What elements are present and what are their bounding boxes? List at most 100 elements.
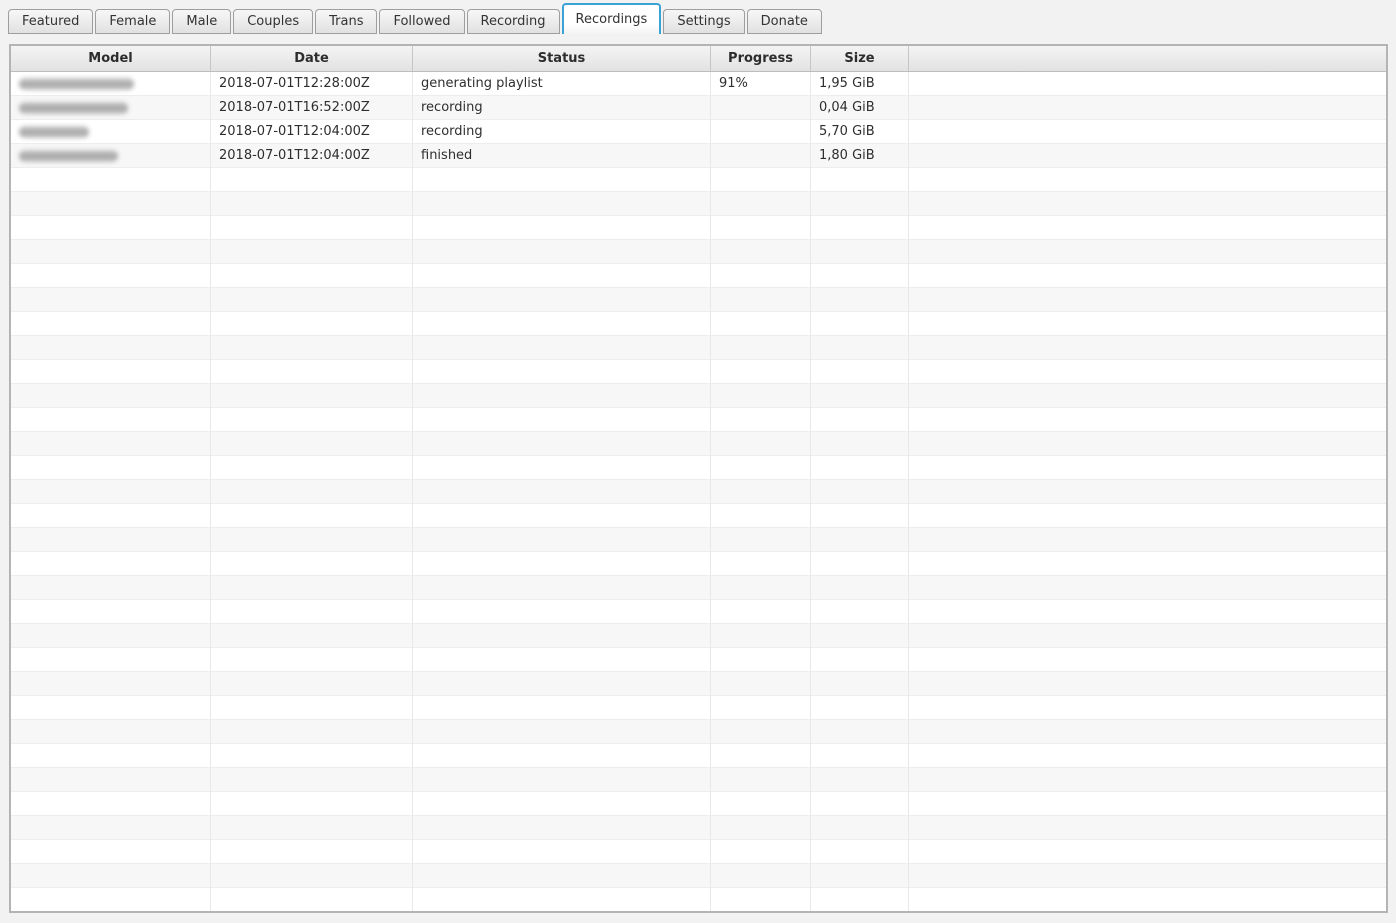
cell-extra: [909, 528, 1386, 552]
tab-male[interactable]: Male: [172, 9, 231, 34]
cell-date: [211, 216, 413, 240]
cell-extra: [909, 816, 1386, 840]
cell-model: [11, 456, 211, 480]
cell-date: [211, 552, 413, 576]
table-row-empty: [11, 360, 1386, 384]
table-row-empty: [11, 840, 1386, 864]
column-header-status[interactable]: Status: [413, 46, 711, 71]
table-row-empty: [11, 888, 1386, 911]
cell-model: [11, 432, 211, 456]
cell-model: [11, 528, 211, 552]
table-row-empty: [11, 768, 1386, 792]
cell-date: [211, 624, 413, 648]
tab-recording[interactable]: Recording: [467, 9, 560, 34]
cell-progress: [711, 360, 811, 384]
cell-date: [211, 360, 413, 384]
cell-size: [811, 336, 909, 360]
cell-date: [211, 816, 413, 840]
table-row-empty: [11, 672, 1386, 696]
cell-progress: [711, 96, 811, 120]
table-row-empty: [11, 432, 1386, 456]
cell-date: [211, 744, 413, 768]
cell-size: [811, 672, 909, 696]
column-header-model[interactable]: Model: [11, 46, 211, 71]
cell-status: [413, 552, 711, 576]
cell-model: [11, 168, 211, 192]
cell-size: [811, 288, 909, 312]
cell-size: [811, 720, 909, 744]
cell-progress: [711, 552, 811, 576]
tab-settings[interactable]: Settings: [663, 9, 744, 34]
cell-model: [11, 216, 211, 240]
table-row-empty: [11, 552, 1386, 576]
table-row-empty: [11, 192, 1386, 216]
cell-progress: [711, 288, 811, 312]
cell-size: [811, 264, 909, 288]
table-row-empty: [11, 264, 1386, 288]
table-row-empty: [11, 744, 1386, 768]
cell-status: [413, 888, 711, 911]
cell-extra: [909, 240, 1386, 264]
cell-size: [811, 432, 909, 456]
column-header-progress[interactable]: Progress: [711, 46, 811, 71]
tab-recordings[interactable]: Recordings: [562, 3, 662, 34]
cell-status: [413, 384, 711, 408]
cell-status: [413, 456, 711, 480]
cell-model: [11, 120, 211, 144]
cell-extra: [909, 144, 1386, 168]
cell-progress: [711, 168, 811, 192]
tab-donate[interactable]: Donate: [747, 9, 822, 34]
table-row[interactable]: 2018-07-01T12:04:00Zrecording5,70 GiB: [11, 120, 1386, 144]
cell-extra: [909, 432, 1386, 456]
tab-followed[interactable]: Followed: [379, 9, 464, 34]
table-row-empty: [11, 576, 1386, 600]
tab-featured[interactable]: Featured: [8, 9, 93, 34]
cell-date: [211, 528, 413, 552]
table-row[interactable]: 2018-07-01T12:04:00Zfinished1,80 GiB: [11, 144, 1386, 168]
cell-model: [11, 72, 211, 96]
redacted-model-name: [19, 78, 134, 90]
cell-extra: [909, 216, 1386, 240]
table-row-empty: [11, 312, 1386, 336]
cell-status: [413, 432, 711, 456]
cell-model: [11, 192, 211, 216]
cell-progress: [711, 624, 811, 648]
cell-model: [11, 720, 211, 744]
cell-progress: [711, 720, 811, 744]
cell-progress: [711, 216, 811, 240]
table-row-empty: [11, 480, 1386, 504]
cell-status: [413, 360, 711, 384]
cell-status: [413, 864, 711, 888]
column-header-extra[interactable]: [909, 46, 1386, 71]
tab-trans[interactable]: Trans: [315, 9, 377, 34]
cell-date: 2018-07-01T12:28:00Z: [211, 72, 413, 96]
cell-model: [11, 600, 211, 624]
cell-size: [811, 360, 909, 384]
cell-size: [811, 648, 909, 672]
cell-progress: [711, 480, 811, 504]
cell-progress: [711, 648, 811, 672]
cell-model: [11, 96, 211, 120]
cell-progress: [711, 672, 811, 696]
cell-date: [211, 888, 413, 911]
column-header-size[interactable]: Size: [811, 46, 909, 71]
table-row[interactable]: 2018-07-01T12:28:00Zgenerating playlist9…: [11, 72, 1386, 96]
table-row-empty: [11, 696, 1386, 720]
cell-model: [11, 648, 211, 672]
cell-size: [811, 408, 909, 432]
cell-date: [211, 240, 413, 264]
cell-date: [211, 288, 413, 312]
tab-couples[interactable]: Couples: [233, 9, 313, 34]
recordings-table: ModelDateStatusProgressSize 2018-07-01T1…: [9, 44, 1388, 913]
cell-size: [811, 840, 909, 864]
cell-model: [11, 888, 211, 911]
cell-status: [413, 408, 711, 432]
table-row[interactable]: 2018-07-01T16:52:00Zrecording0,04 GiB: [11, 96, 1386, 120]
column-header-date[interactable]: Date: [211, 46, 413, 71]
table-row-empty: [11, 600, 1386, 624]
tab-female[interactable]: Female: [95, 9, 170, 34]
cell-progress: [711, 744, 811, 768]
cell-model: [11, 312, 211, 336]
table-body: 2018-07-01T12:28:00Zgenerating playlist9…: [11, 72, 1386, 911]
cell-progress: [711, 336, 811, 360]
